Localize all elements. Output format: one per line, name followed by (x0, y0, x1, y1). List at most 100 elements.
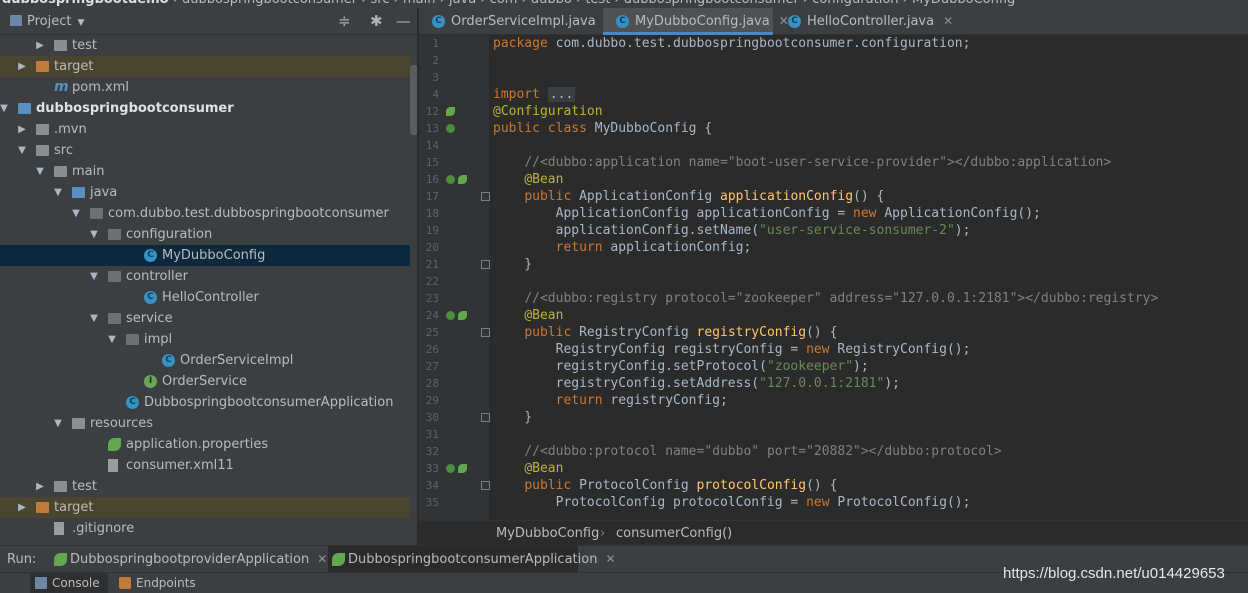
top-breadcrumb-item[interactable]: dubbospringbootdemo (2, 0, 169, 7)
tree-item-com-dubbo-test-dubbospringbootconsumer[interactable]: ▼ com.dubbo.test.dubbospringbootconsumer (0, 203, 410, 224)
chevron-down-icon[interactable]: ▼ (52, 413, 64, 434)
code-line[interactable]: import ... (493, 86, 576, 103)
top-breadcrumb-item[interactable]: dubbospringbootconsumer (624, 0, 799, 7)
scrollbar-thumb[interactable] (410, 65, 417, 135)
chevron-right-icon[interactable]: ▶ (16, 497, 28, 518)
tree-item-impl[interactable]: ▼ impl (0, 329, 410, 350)
tree-item-java[interactable]: ▼ java (0, 182, 410, 203)
close-icon[interactable]: ✕ (943, 14, 953, 28)
code-line[interactable]: } (493, 409, 532, 426)
code-line[interactable]: //<dubbo:registry protocol="zookeeper" a… (493, 290, 1158, 307)
endpoints-tab[interactable]: Endpoints (114, 573, 204, 593)
tree-item-target[interactable]: ▶ target (0, 497, 410, 518)
code-line[interactable]: registryConfig.setAddress("127.0.0.1:218… (493, 375, 900, 392)
spring-bean-gutter-icon[interactable] (446, 103, 468, 120)
tree-item-configuration[interactable]: ▼ configuration (0, 224, 410, 245)
tree-item-hellocontroller[interactable]: C HelloController (0, 287, 410, 308)
project-view-selector[interactable]: Project ▼ (10, 14, 84, 29)
tree-item-orderserviceimpl[interactable]: C OrderServiceImpl (0, 350, 410, 371)
code-line[interactable]: package com.dubbo.test.dubbospringbootco… (493, 35, 970, 52)
top-breadcrumb-item[interactable]: com (490, 0, 518, 7)
code-line[interactable]: public ProtocolConfig protocolConfig() { (493, 477, 837, 494)
tab-orderserviceimpl-java[interactable]: COrderServiceImpl.java✕ (419, 8, 615, 35)
tree-item-test[interactable]: ▶ test (0, 476, 410, 497)
chevron-down-icon[interactable]: ▼ (34, 161, 46, 182)
tab-hellocontroller-java[interactable]: C HelloController.java ✕ (775, 8, 953, 35)
hide-panel-icon[interactable]: — (396, 12, 411, 30)
code-line[interactable]: //<dubbo:application name="boot-user-ser… (493, 154, 1111, 171)
code-line[interactable]: } (493, 256, 532, 273)
chevron-down-icon[interactable]: ▼ (88, 308, 100, 329)
console-tab[interactable]: Console (30, 573, 108, 593)
tree-item-consumer-xml11[interactable]: consumer.xml11 (0, 455, 410, 476)
fold-icon[interactable] (481, 481, 490, 490)
tree-item-service[interactable]: ▼ service (0, 308, 410, 329)
code-line[interactable]: registryConfig.setProtocol("zookeeper"); (493, 358, 869, 375)
tree-item-test[interactable]: ▶ test (0, 35, 410, 56)
chevron-down-icon[interactable]: ▼ (70, 203, 82, 224)
breadcrumb-method[interactable]: consumerConfig() (616, 521, 732, 546)
tab-mydubboconfig-java[interactable]: C MyDubboConfig.java ✕ (603, 8, 789, 35)
tree-item-dubbospringbootconsumerapplication[interactable]: C DubbospringbootconsumerApplication (0, 392, 410, 413)
tree-item-pom-xml[interactable]: m pom.xml (0, 77, 410, 98)
tree-item-controller[interactable]: ▼ controller (0, 266, 410, 287)
run-tab-consumer[interactable]: DubbospringbootconsumerApplication ✕ (328, 546, 616, 573)
tree-item-gitignore[interactable]: .gitignore (0, 518, 410, 539)
run-tab-provider[interactable]: DubbospringbootproviderApplication ✕ (50, 546, 327, 573)
tree-item-resources[interactable]: ▼ resources (0, 413, 410, 434)
top-breadcrumb-item[interactable]: src (371, 0, 390, 7)
chevron-down-icon[interactable]: ▼ (52, 182, 64, 203)
spring-bean-gutter-icon[interactable] (446, 120, 468, 137)
top-breadcrumb-item[interactable]: dubbospringbootconsumer (182, 0, 357, 7)
chevron-down-icon[interactable]: ▼ (0, 98, 10, 119)
code-line[interactable]: public RegistryConfig registryConfig() { (493, 324, 837, 341)
chevron-down-icon[interactable]: ▼ (106, 329, 118, 350)
code-line[interactable]: @Bean (493, 460, 563, 477)
code-line[interactable]: ApplicationConfig applicationConfig = ne… (493, 205, 1041, 222)
close-icon[interactable]: ✕ (605, 552, 615, 566)
project-scrollbar[interactable] (410, 35, 417, 545)
spring-bean-gutter-icon[interactable] (446, 307, 468, 324)
breadcrumb-class[interactable]: MyDubboConfig (496, 521, 599, 546)
close-icon[interactable]: ✕ (317, 552, 327, 566)
top-breadcrumb-item[interactable]: main (403, 0, 435, 7)
tree-item-mydubboconfig[interactable]: C MyDubboConfig (0, 245, 410, 266)
chevron-right-icon[interactable]: ▶ (34, 35, 46, 56)
collapse-all-icon[interactable]: ≑ (338, 12, 351, 30)
top-breadcrumb[interactable]: dubbospringbootdemo › dubbospringbootcon… (2, 0, 1015, 7)
fold-icon[interactable] (481, 413, 490, 422)
tree-item-application-properties[interactable]: application.properties (0, 434, 410, 455)
code-line[interactable]: //<dubbo:protocol name="dubbo" port="208… (493, 443, 1001, 460)
spring-bean-gutter-icon[interactable] (446, 171, 468, 188)
chevron-down-icon[interactable]: ▼ (88, 266, 100, 287)
code-line[interactable]: ProtocolConfig protocolConfig = new Prot… (493, 494, 971, 511)
tree-item-main[interactable]: ▼ main (0, 161, 410, 182)
tree-item-target[interactable]: ▶ target (0, 56, 410, 77)
top-breadcrumb-item[interactable]: MyDubboConfig (912, 0, 1015, 7)
code-line[interactable]: public ApplicationConfig applicationConf… (493, 188, 884, 205)
code-line[interactable]: @Configuration (493, 103, 603, 120)
tree-item-dubbospringbootconsumer[interactable]: ▼ dubbospringbootconsumer (0, 98, 410, 119)
chevron-right-icon[interactable]: ▶ (16, 56, 28, 77)
chevron-down-icon[interactable]: ▼ (16, 140, 28, 161)
tree-item-orderservice[interactable]: I OrderService (0, 371, 410, 392)
chevron-right-icon[interactable]: ▶ (16, 119, 28, 140)
top-breadcrumb-item[interactable]: configuration (812, 0, 898, 7)
spring-bean-gutter-icon[interactable] (446, 460, 468, 477)
code-line[interactable]: RegistryConfig registryConfig = new Regi… (493, 341, 971, 358)
code-line[interactable]: return registryConfig; (493, 392, 728, 409)
fold-icon[interactable] (481, 192, 490, 201)
gear-icon[interactable]: ✱ (370, 12, 383, 30)
fold-icon[interactable] (481, 328, 490, 337)
code-line[interactable]: @Bean (493, 171, 563, 188)
chevron-right-icon[interactable]: ▶ (34, 476, 46, 497)
top-breadcrumb-item[interactable]: java (449, 0, 476, 7)
top-breadcrumb-item[interactable]: test (585, 0, 610, 7)
chevron-down-icon[interactable]: ▼ (88, 224, 100, 245)
top-breadcrumb-item[interactable]: dubbo (531, 0, 572, 7)
code-line[interactable]: applicationConfig.setName("user-service-… (493, 222, 971, 239)
tree-item-src[interactable]: ▼ src (0, 140, 410, 161)
code-line[interactable]: public class MyDubboConfig { (493, 120, 712, 137)
code-editor[interactable]: 1 2 3 4 12 13 14 15 16 17 18 19 20 21 22 23 24 25 26 27 28 29… (419, 35, 1248, 520)
code-line[interactable]: @Bean (493, 307, 563, 324)
